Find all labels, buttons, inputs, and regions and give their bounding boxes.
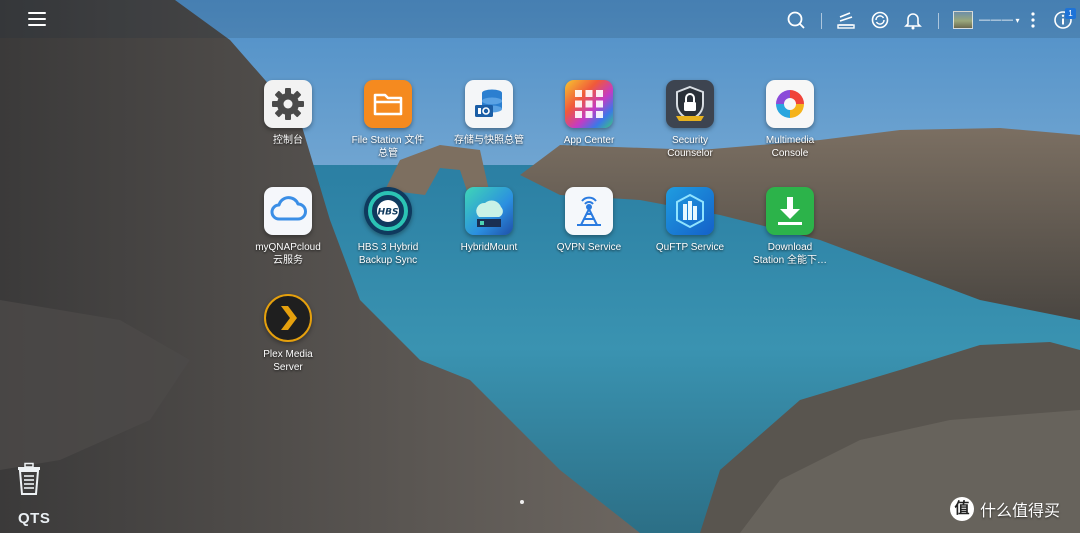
app-label: 存储与快照总管 <box>454 135 524 146</box>
shield-lock-icon <box>666 80 714 128</box>
app-security-counselor[interactable]: Security Counselor <box>640 80 740 160</box>
more-icon[interactable] <box>1022 9 1044 31</box>
toolbar-separator <box>938 13 939 29</box>
app-myqnapcloud[interactable]: myQNAPcloud 云服务 <box>238 187 338 267</box>
folder-icon <box>364 80 412 128</box>
app-label: HBS 3 Hybrid Backup Sync <box>357 242 419 266</box>
sync-icon[interactable] <box>869 9 891 31</box>
app-label: myQNAPcloud 云服务 <box>255 242 321 266</box>
task-icon[interactable] <box>835 9 857 31</box>
app-label: QuFTP Service <box>655 242 725 253</box>
user-name: ——— <box>979 14 1014 26</box>
app-storage-snapshots[interactable]: 存储与快照总管 <box>439 80 539 147</box>
svg-text:HBS: HBS <box>378 208 399 218</box>
chevron-down-icon: ▾ <box>1015 15 1020 25</box>
cloud-icon <box>264 187 312 235</box>
page-indicator-dot[interactable] <box>520 500 524 504</box>
app-plex[interactable]: Plex Media Server <box>238 294 338 374</box>
user-menu[interactable]: ——— ▾ <box>953 10 1020 30</box>
vpn-tower-icon <box>565 187 613 235</box>
app-label: HybridMount <box>460 242 518 253</box>
app-label: Download Station 全能下… <box>753 242 827 266</box>
hbs-icon: HBS <box>364 187 412 235</box>
ftp-icon <box>666 187 714 235</box>
bell-icon[interactable] <box>902 9 924 31</box>
main-menu-button[interactable] <box>22 8 52 30</box>
app-multimedia-console[interactable]: Multimedia Console <box>740 80 840 160</box>
menu-icon-line <box>28 24 46 26</box>
app-file-station[interactable]: File Station 文件 总管 <box>338 80 438 160</box>
app-label: 控制台 <box>273 135 303 146</box>
watermark: 值 什么值得买 <box>950 497 1060 521</box>
search-icon[interactable] <box>785 9 807 31</box>
menu-icon-line <box>28 12 46 14</box>
app-hybridmount[interactable]: HybridMount <box>439 187 539 254</box>
menu-icon-line <box>28 18 46 20</box>
app-label: Multimedia Console <box>765 135 815 159</box>
app-label: Security Counselor <box>667 135 713 159</box>
top-bar: ——— ▾ 1 <box>0 0 1080 38</box>
app-label: QVPN Service <box>556 242 622 253</box>
database-icon <box>465 80 513 128</box>
watermark-text: 什么值得买 <box>980 503 1061 520</box>
plex-chevron-icon <box>264 294 312 342</box>
app-control-panel[interactable]: 控制台 <box>238 80 338 147</box>
watermark-logo: 值 <box>950 497 974 521</box>
toolbar-separator <box>821 13 822 29</box>
grid-icon <box>565 80 613 128</box>
app-qvpn[interactable]: QVPN Service <box>539 187 639 254</box>
app-label: Plex Media Server <box>263 349 313 373</box>
trash-can-icon[interactable] <box>15 462 43 496</box>
app-download-station[interactable]: Download Station 全能下… <box>740 187 840 267</box>
app-hbs3[interactable]: HBS HBS 3 Hybrid Backup Sync <box>338 187 438 267</box>
avatar <box>953 11 973 29</box>
notification-badge: 1 <box>1065 8 1076 19</box>
app-label: File Station 文件 总管 <box>351 135 425 159</box>
app-app-center[interactable]: App Center <box>539 80 639 147</box>
app-label: App Center <box>563 135 615 146</box>
gear-icon <box>264 80 312 128</box>
hybridmount-icon <box>465 187 513 235</box>
download-icon <box>766 187 814 235</box>
ring-icon <box>766 80 814 128</box>
qts-brand-logo: QTS <box>18 510 51 527</box>
app-quftp[interactable]: QuFTP Service <box>640 187 740 254</box>
